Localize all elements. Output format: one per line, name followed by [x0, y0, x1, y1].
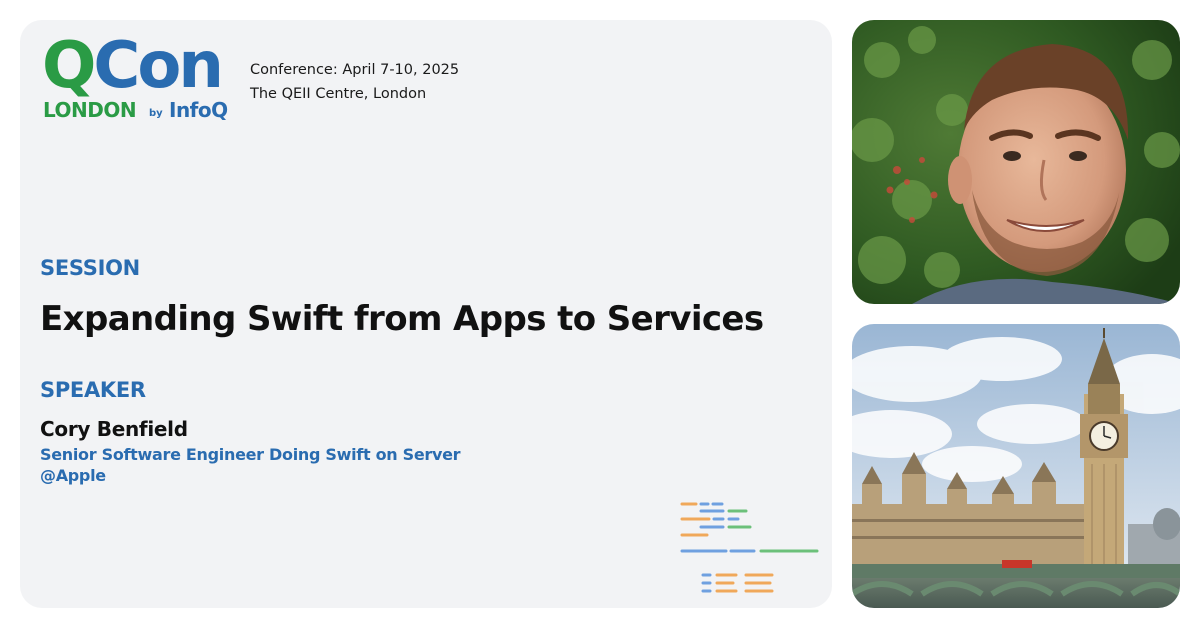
city-photo	[852, 324, 1180, 608]
speaker-photo	[852, 20, 1180, 304]
code-lines-decoration	[680, 502, 819, 593]
event-card-page: QCon LONDON by InfoQ Conference: April 7…	[0, 0, 1200, 628]
session-info-card: QCon LONDON by InfoQ Conference: April 7…	[20, 20, 832, 608]
